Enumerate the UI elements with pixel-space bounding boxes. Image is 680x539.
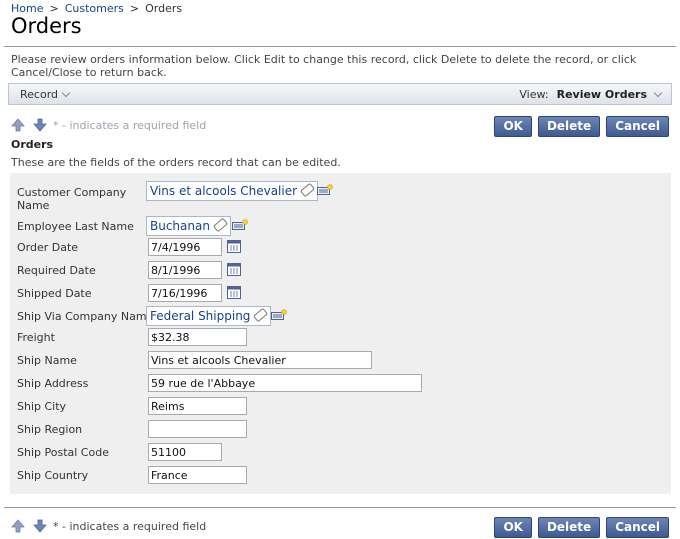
section-description: These are the fields of the orders recor… (11, 156, 341, 169)
chevron-down-icon (61, 88, 71, 98)
action-buttons-top: OK Delete Cancel (488, 116, 669, 137)
title-divider (4, 46, 676, 47)
breadcrumb-current: Orders (145, 2, 183, 15)
new-record-icon[interactable] (232, 219, 248, 231)
order-date-input[interactable] (148, 238, 222, 256)
chevron-down-icon (653, 88, 663, 98)
ship-city-input[interactable] (148, 397, 247, 415)
shipped-date-input[interactable] (148, 284, 222, 302)
page-description: Please review orders information below. … (11, 53, 637, 79)
employee-last-name-value: Buchanan (150, 219, 210, 233)
arrow-up-icon[interactable] (11, 519, 25, 533)
ship-name-label: Ship Name (17, 354, 77, 367)
delete-button[interactable]: Delete (537, 517, 601, 538)
required-field-note: * - indicates a required field (53, 118, 207, 132)
clear-icon[interactable] (299, 182, 316, 198)
record-menu[interactable]: Record (20, 88, 71, 101)
freight-label: Freight (17, 331, 55, 344)
employee-last-name-label: Employee Last Name (17, 220, 134, 233)
ship-name-input[interactable] (148, 351, 372, 369)
ship-postal-code-input[interactable] (148, 443, 222, 461)
view-label: View: (519, 88, 549, 101)
ok-button[interactable]: OK (494, 517, 532, 538)
breadcrumb-separator: > (129, 2, 140, 15)
ship-postal-code-label: Ship Postal Code (17, 446, 109, 459)
ship-country-input[interactable] (148, 466, 247, 484)
ship-via-company-name-lookup[interactable]: Federal Shipping (146, 306, 272, 326)
page-title: Orders (11, 14, 82, 38)
employee-last-name-lookup[interactable]: Buchanan (146, 216, 231, 236)
record-menu-label: Record (20, 88, 59, 101)
ship-address-input[interactable] (148, 374, 422, 392)
ship-address-label: Ship Address (17, 377, 89, 390)
required-date-input[interactable] (148, 261, 222, 279)
ok-button[interactable]: OK (494, 116, 532, 137)
ship-region-label: Ship Region (17, 423, 83, 436)
calendar-icon[interactable] (227, 262, 241, 276)
new-record-icon[interactable] (271, 309, 287, 321)
customer-company-name-label: Customer Company Name (17, 186, 127, 212)
calendar-icon[interactable] (227, 239, 241, 253)
calendar-icon[interactable] (227, 285, 241, 299)
required-date-label: Required Date (17, 264, 96, 277)
new-record-icon[interactable] (317, 184, 333, 196)
ship-region-input[interactable] (148, 420, 247, 438)
section-title: Orders (11, 138, 54, 151)
cancel-button[interactable]: Cancel (606, 517, 669, 538)
customer-company-name-lookup[interactable]: Vins et alcools Chevalier (146, 181, 319, 201)
customer-company-name-value: Vins et alcools Chevalier (150, 184, 298, 198)
navigation-arrows-top: * - indicates a required field (11, 118, 206, 134)
ship-city-label: Ship City (17, 400, 67, 413)
delete-button[interactable]: Delete (537, 116, 601, 137)
navigation-arrows-bottom: * - indicates a required field (11, 519, 206, 535)
cancel-button[interactable]: Cancel (606, 116, 669, 137)
view-value: Review Orders (556, 88, 647, 101)
view-selector[interactable]: View: Review Orders (519, 88, 663, 101)
bottom-divider (4, 507, 676, 508)
action-buttons-bottom: OK Delete Cancel (488, 517, 669, 538)
action-toolbar: Record View: Review Orders (8, 83, 672, 105)
ship-country-label: Ship Country (17, 469, 89, 482)
ship-via-company-name-label: Ship Via Company Name (17, 310, 154, 323)
order-date-label: Order Date (17, 241, 79, 254)
arrow-down-icon[interactable] (32, 519, 47, 533)
required-field-note: * - indicates a required field (53, 519, 207, 533)
clear-icon[interactable] (253, 307, 269, 323)
shipped-date-label: Shipped Date (17, 287, 92, 300)
arrow-down-icon[interactable] (32, 118, 47, 132)
ship-via-company-name-value: Federal Shipping (150, 309, 251, 323)
freight-input[interactable] (148, 328, 247, 346)
arrow-up-icon[interactable] (11, 118, 25, 132)
clear-icon[interactable] (212, 217, 229, 233)
